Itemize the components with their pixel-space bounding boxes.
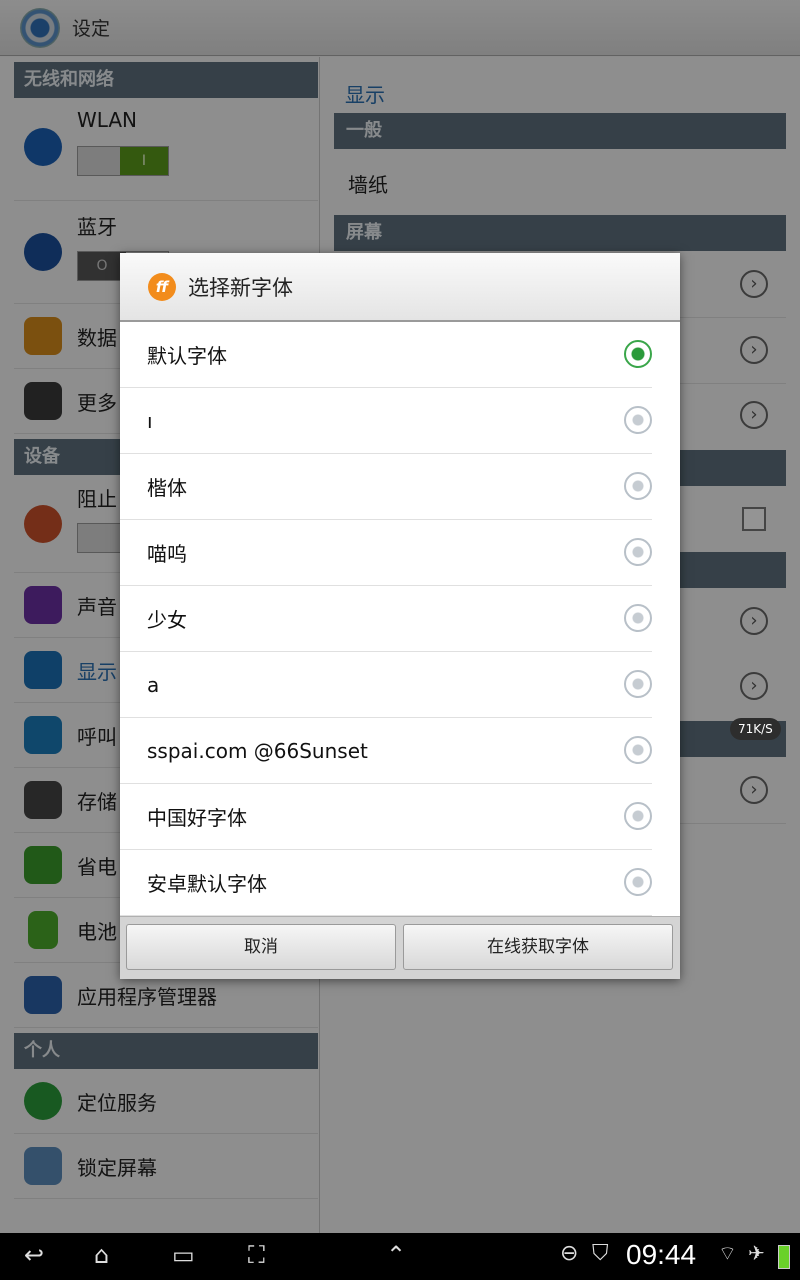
radio-button-icon[interactable] xyxy=(624,670,652,698)
font-option-label: 楷体 xyxy=(147,476,187,500)
font-option[interactable]: 喵呜 xyxy=(120,520,652,586)
font-option[interactable]: 少女 xyxy=(120,586,652,652)
radio-button-icon[interactable] xyxy=(624,736,652,764)
radio-button-icon[interactable] xyxy=(624,340,652,368)
system-navigation-bar: ↩ ⌂ ▭ ⛶ ⌃ ⊖ ⛉ 09:44 ⌔ ✈ xyxy=(0,1233,800,1280)
font-option-label: 少女 xyxy=(147,608,187,632)
ifont-logo-icon: ff xyxy=(148,272,176,301)
font-option[interactable]: ı xyxy=(120,388,652,454)
do-not-disturb-icon: ⊖ xyxy=(560,1241,579,1266)
font-option-label: 喵呜 xyxy=(147,542,187,566)
radio-button-icon[interactable] xyxy=(624,472,652,500)
cancel-button[interactable]: 取消 xyxy=(126,924,396,970)
font-option-label: 安卓默认字体 xyxy=(147,872,267,896)
home-icon[interactable]: ⌂ xyxy=(94,1241,109,1269)
dialog-title: 选择新字体 xyxy=(188,275,293,300)
font-option-label: ı xyxy=(147,408,153,433)
get-fonts-online-button[interactable]: 在线获取字体 xyxy=(403,924,673,970)
wifi-signal-icon: ⌔ xyxy=(718,1241,737,1265)
dialog-header: ff 选择新字体 xyxy=(120,253,680,322)
shield-icon: ⛉ xyxy=(592,1241,609,1266)
font-option-list: 默认字体 ı 楷体喵呜少女 a sspai.com @66Sunset 中国好字体安卓默认… xyxy=(120,322,680,916)
font-option-label: a xyxy=(147,672,160,697)
font-option[interactable]: 默认字体 xyxy=(120,322,652,388)
back-icon[interactable]: ↩ xyxy=(24,1241,44,1269)
airplane-icon: ✈ xyxy=(748,1241,765,1265)
font-option[interactable]: sspai.com @66Sunset xyxy=(120,718,652,784)
font-option[interactable]: 楷体 xyxy=(120,454,652,520)
status-clock: 09:44 xyxy=(626,1239,697,1270)
font-option-label: sspai.com @66Sunset xyxy=(147,738,368,763)
font-option-label: 中国好字体 xyxy=(147,806,247,830)
radio-button-icon[interactable] xyxy=(624,406,652,434)
font-option-label: 默认字体 xyxy=(147,344,227,368)
radio-button-icon[interactable] xyxy=(624,604,652,632)
radio-button-icon[interactable] xyxy=(624,802,652,830)
screenshot-icon[interactable]: ⛶ xyxy=(248,1241,265,1269)
radio-button-icon[interactable] xyxy=(624,868,652,896)
radio-button-icon[interactable] xyxy=(624,538,652,566)
font-option[interactable]: a xyxy=(120,652,652,718)
dialog-button-bar: 取消 在线获取字体 xyxy=(120,916,680,979)
font-option[interactable]: 中国好字体 xyxy=(120,784,652,850)
chevron-up-icon[interactable]: ⌃ xyxy=(386,1241,406,1269)
recent-apps-icon[interactable]: ▭ xyxy=(172,1241,195,1269)
battery-status-icon xyxy=(778,1245,790,1269)
network-speed-badge: 71K/S xyxy=(730,718,781,740)
font-picker-dialog: ff 选择新字体 默认字体 ı 楷体喵呜少女 a sspai.com @66Sunset… xyxy=(120,253,680,979)
font-option[interactable]: 安卓默认字体 xyxy=(120,850,652,916)
